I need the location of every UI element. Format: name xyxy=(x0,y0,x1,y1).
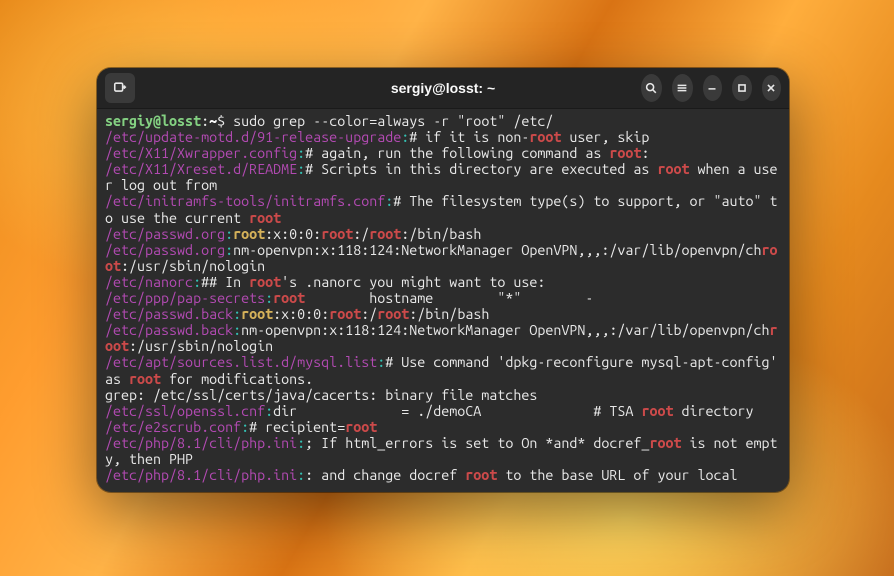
terminal-line: /etc/php/8.1/cli/php.ini:: and change do… xyxy=(105,467,781,483)
terminal-line: /etc/ppp/pap-secrets:root hostname "*" - xyxy=(105,290,781,306)
terminal-line: /etc/passwd.org:root:x:0:0:root:/root:/b… xyxy=(105,226,781,242)
minimize-button[interactable] xyxy=(703,75,722,101)
terminal-window: sergiy@losst: ~ xyxy=(97,68,789,492)
terminal-line: grep: /etc/ssl/certs/java/cacerts: binar… xyxy=(105,387,781,403)
terminal-line: /etc/ssl/openssl.cnf:dir = ./demoCA # TS… xyxy=(105,403,781,419)
maximize-button[interactable] xyxy=(732,75,751,101)
new-tab-button[interactable] xyxy=(105,73,135,103)
terminal-line: /etc/passwd.back:root:x:0:0:root:/root:/… xyxy=(105,306,781,322)
hamburger-icon xyxy=(675,81,689,95)
prompt-line: sergiy@losst:~$ sudo grep --color=always… xyxy=(105,113,781,129)
terminal-line: /etc/X11/Xreset.d/README:# Scripts in th… xyxy=(105,161,781,193)
desktop-wallpaper: sergiy@losst: ~ xyxy=(0,0,894,576)
terminal-line: /etc/nanorc:## In root's .nanorc you mig… xyxy=(105,274,781,290)
close-button[interactable] xyxy=(762,75,781,101)
terminal-line: /etc/update-motd.d/91-release-upgrade:# … xyxy=(105,129,781,145)
terminal-line: /etc/passwd.back:nm-openvpn:x:118:124:Ne… xyxy=(105,322,781,354)
window-title: sergiy@losst: ~ xyxy=(245,80,641,96)
menu-button[interactable] xyxy=(672,74,693,102)
search-icon xyxy=(644,81,658,95)
terminal-line: /etc/X11/Xwrapper.config:# again, run th… xyxy=(105,145,781,161)
maximize-icon xyxy=(735,81,749,95)
terminal-line: /etc/initramfs-tools/initramfs.conf:# Th… xyxy=(105,193,781,225)
search-button[interactable] xyxy=(641,74,662,102)
terminal-output[interactable]: sergiy@losst:~$ sudo grep --color=always… xyxy=(97,109,789,492)
terminal-line: /etc/apt/sources.list.d/mysql.list:# Use… xyxy=(105,354,781,386)
new-tab-icon xyxy=(113,81,127,95)
terminal-line: /etc/e2scrub.conf:# recipient=root xyxy=(105,419,781,435)
titlebar: sergiy@losst: ~ xyxy=(97,68,789,109)
terminal-line: /etc/passwd.org:nm-openvpn:x:118:124:Net… xyxy=(105,242,781,274)
close-icon xyxy=(764,81,778,95)
terminal-line: /etc/php/8.1/cli/php.ini:; If html_error… xyxy=(105,435,781,467)
minimize-icon xyxy=(705,81,719,95)
